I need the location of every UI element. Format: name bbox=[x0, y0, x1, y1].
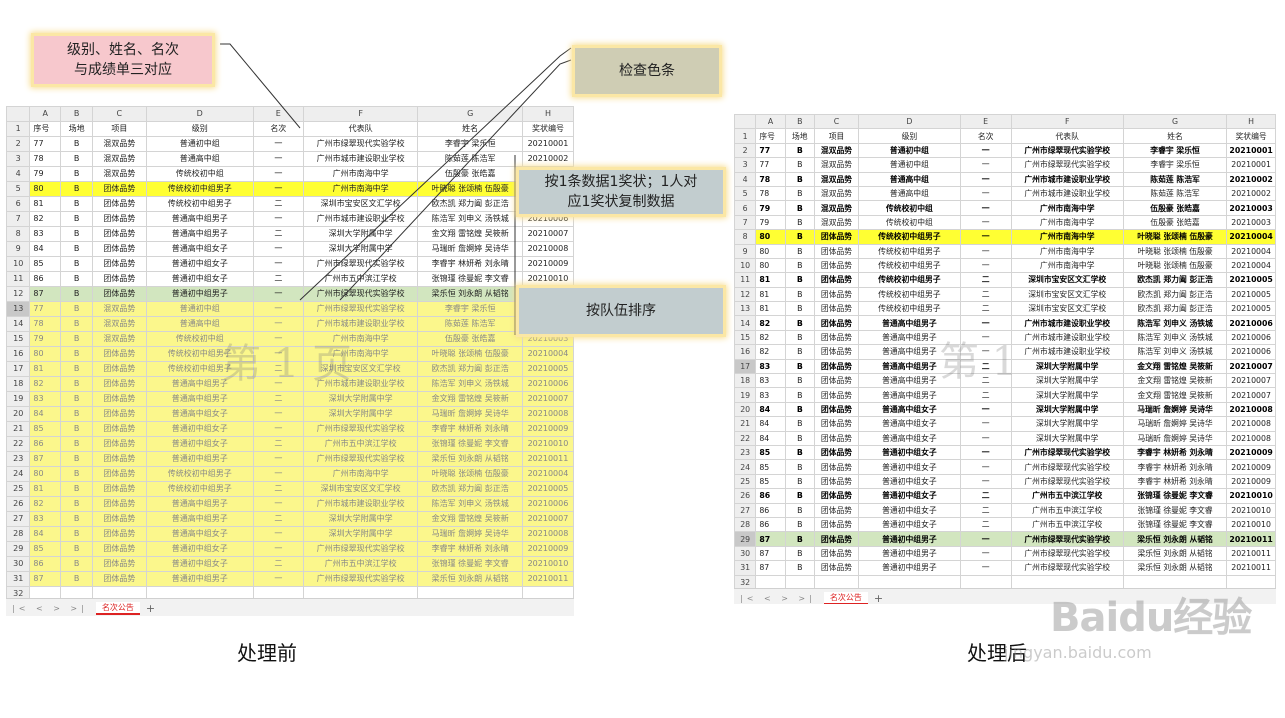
callout-check-color-text: 检查色条 bbox=[619, 63, 675, 79]
baidu-logo-text: Baidu经验 bbox=[1050, 595, 1252, 641]
callout-copy-text: 按1条数据1奖状；1人对 应1奖状复制数据 bbox=[544, 174, 698, 210]
callout-check-color: 检查色条 bbox=[575, 48, 719, 94]
callout-match-three: 级别、姓名、名次 与成绩单三对应 bbox=[34, 36, 212, 84]
connector-line-match bbox=[220, 43, 301, 129]
callout-sort: 按队伍排序 bbox=[519, 288, 723, 334]
baidu-url-text: jingyan.baidu.com bbox=[1004, 643, 1152, 662]
callout-copy-data: 按1条数据1奖状；1人对 应1奖状复制数据 bbox=[519, 170, 723, 214]
callout-match-text: 级别、姓名、名次 与成绩单三对应 bbox=[67, 42, 179, 78]
caption-before: 处理前 bbox=[237, 641, 297, 665]
baidu-jingyan-watermark: Baidu经验 jingyan.baidu.com bbox=[1004, 585, 1252, 662]
callout-sort-text: 按队伍排序 bbox=[586, 303, 656, 319]
